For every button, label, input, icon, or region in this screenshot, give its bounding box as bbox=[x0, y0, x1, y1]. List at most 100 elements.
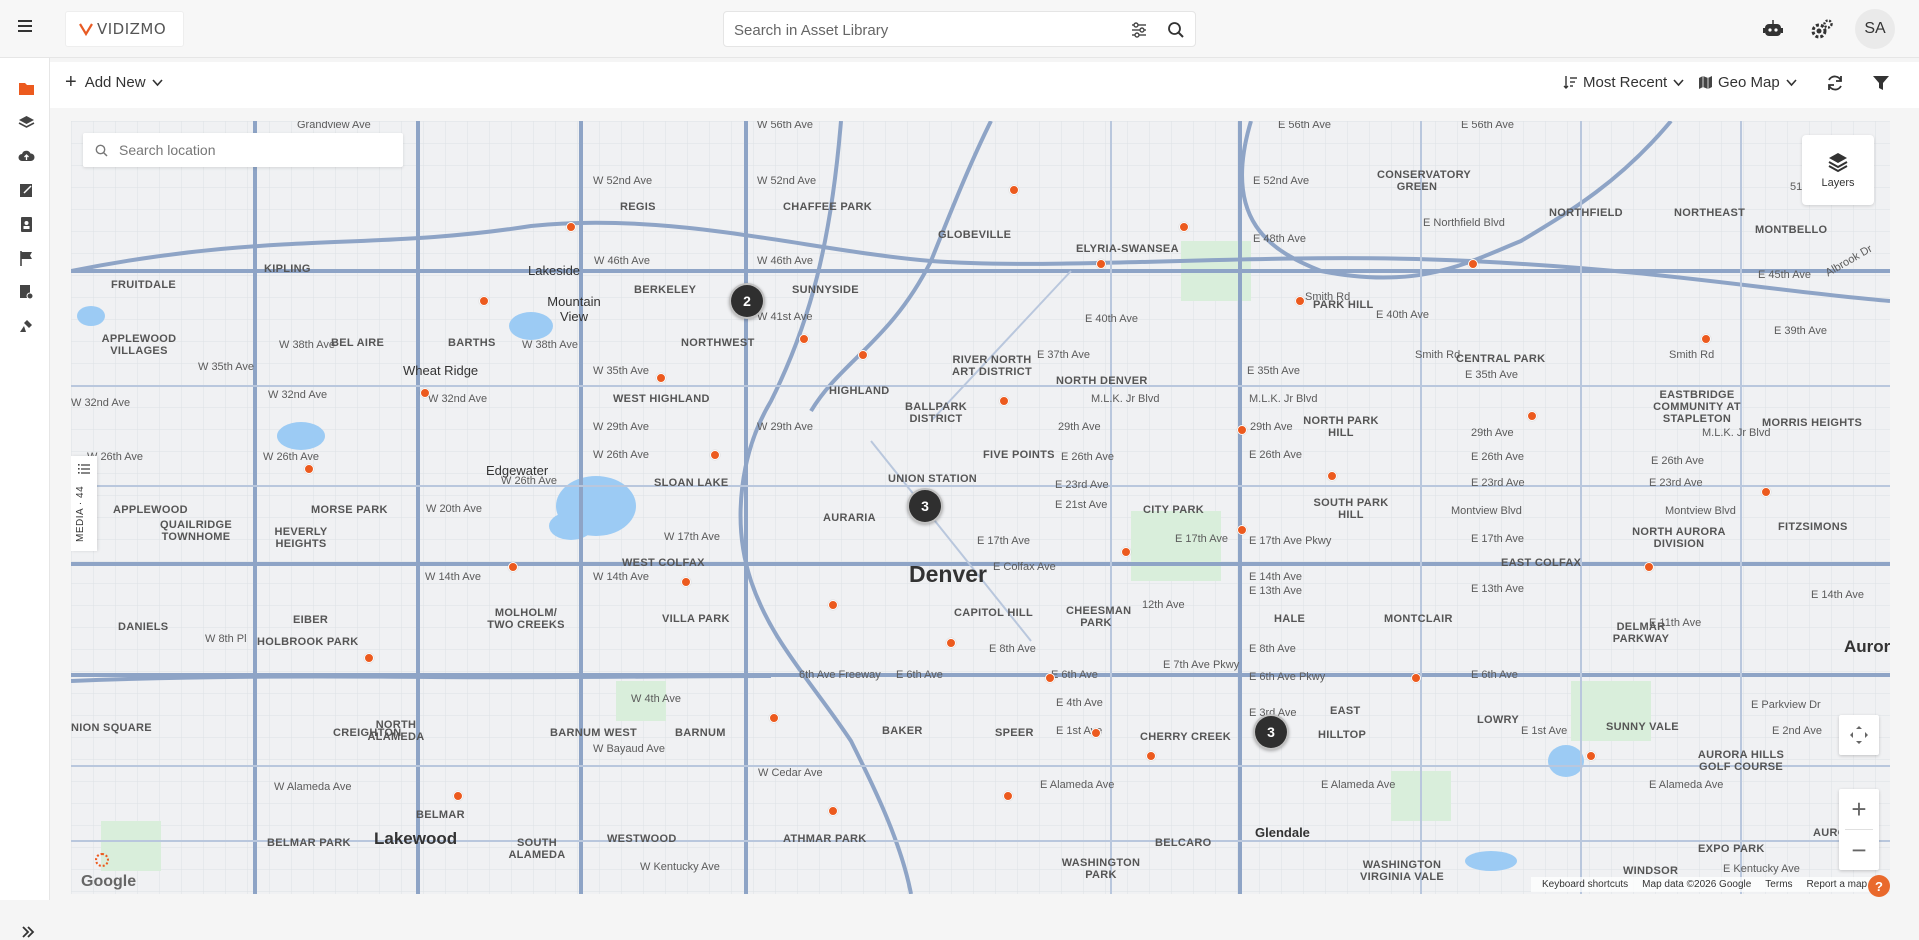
media-pin[interactable] bbox=[508, 562, 518, 572]
filter-funnel-icon[interactable] bbox=[1872, 74, 1890, 92]
street-label: W 35th Ave bbox=[593, 365, 650, 377]
media-pin[interactable] bbox=[1237, 525, 1247, 535]
media-pin[interactable] bbox=[858, 350, 868, 360]
media-pin[interactable] bbox=[946, 638, 956, 648]
edit-note-icon[interactable] bbox=[18, 182, 35, 199]
media-pin[interactable] bbox=[420, 388, 430, 398]
vidizmo-logo[interactable]: VIDIZMO bbox=[65, 11, 184, 47]
media-pin[interactable] bbox=[1146, 751, 1156, 761]
content-toolbar: + Add New Most Recent Geo Map bbox=[50, 62, 1919, 108]
street-label: E 13th Ave bbox=[1471, 583, 1525, 595]
user-avatar[interactable]: SA bbox=[1855, 9, 1895, 49]
refresh-icon[interactable] bbox=[1826, 74, 1844, 92]
media-cluster[interactable]: 3 bbox=[907, 488, 943, 524]
location-search-input[interactable] bbox=[119, 141, 389, 159]
media-pin[interactable] bbox=[1327, 471, 1337, 481]
media-pin[interactable] bbox=[1179, 222, 1189, 232]
media-pin[interactable] bbox=[1586, 751, 1596, 761]
media-pin[interactable] bbox=[828, 806, 838, 816]
expand-sidebar-icon[interactable] bbox=[20, 924, 36, 940]
folder-icon[interactable] bbox=[18, 80, 35, 97]
view-mode-dropdown[interactable]: Geo Map bbox=[1698, 74, 1797, 91]
neighborhood-label: SUNNY VALE bbox=[1606, 721, 1679, 733]
media-pin[interactable] bbox=[1527, 411, 1537, 421]
settings-gears-icon[interactable] bbox=[1810, 18, 1834, 40]
media-pin[interactable] bbox=[304, 464, 314, 474]
media-cluster[interactable]: 3 bbox=[1253, 714, 1289, 750]
geo-map[interactable]: Denver Lakewood Glendale Auror Edgewater… bbox=[71, 121, 1890, 894]
media-pin[interactable] bbox=[681, 577, 691, 587]
fullscreen-icon bbox=[1850, 726, 1868, 744]
search-icon[interactable] bbox=[1167, 21, 1185, 39]
media-pin[interactable] bbox=[799, 334, 809, 344]
neighborhood-label: SOUTH ALAMEDA bbox=[508, 837, 566, 861]
media-pin[interactable] bbox=[656, 373, 666, 383]
report-map-link[interactable]: Report a map e bbox=[1807, 879, 1876, 890]
media-pin[interactable] bbox=[999, 396, 1009, 406]
media-pin[interactable] bbox=[1009, 185, 1019, 195]
media-pin[interactable] bbox=[479, 296, 489, 306]
layers-button[interactable]: Layers bbox=[1802, 135, 1874, 205]
media-pin[interactable] bbox=[453, 791, 463, 801]
media-pin[interactable] bbox=[1091, 728, 1101, 738]
street-label: W 32nd Ave bbox=[428, 393, 488, 405]
contact-card-icon[interactable] bbox=[18, 216, 35, 233]
asset-search-input[interactable] bbox=[734, 19, 1114, 41]
media-pin[interactable] bbox=[1701, 334, 1711, 344]
neighborhood-label: HALE bbox=[1274, 613, 1306, 625]
fullscreen-button[interactable] bbox=[1839, 715, 1879, 755]
media-pin[interactable] bbox=[1411, 673, 1421, 683]
media-pin[interactable] bbox=[1045, 673, 1055, 683]
neighborhood-label: EAST COLFAX bbox=[1501, 557, 1582, 569]
chevron-down-icon bbox=[151, 78, 163, 86]
street-label: E 17th Ave bbox=[1471, 533, 1525, 545]
media-cluster[interactable]: 2 bbox=[729, 283, 765, 319]
stamp-icon[interactable] bbox=[18, 318, 35, 335]
street-label: E 6th Ave Pkwy bbox=[1249, 671, 1326, 683]
sort-dropdown[interactable]: Most Recent bbox=[1563, 74, 1684, 91]
media-pin[interactable] bbox=[1003, 791, 1013, 801]
street-label: E 7th Ave Pkwy bbox=[1163, 659, 1240, 671]
media-pin[interactable] bbox=[1096, 259, 1106, 269]
layers-stack-icon[interactable] bbox=[18, 114, 35, 131]
media-pin[interactable] bbox=[364, 653, 374, 663]
menu-icon[interactable] bbox=[18, 17, 40, 39]
cloud-upload-icon[interactable] bbox=[18, 148, 35, 165]
media-pin[interactable] bbox=[1468, 259, 1478, 269]
neighborhood-label: AURORA HILLS GOLF COURSE bbox=[1697, 749, 1785, 773]
media-pin[interactable] bbox=[1295, 296, 1305, 306]
neighborhood-label: AURARIA bbox=[823, 512, 876, 524]
street-label: W Alameda Ave bbox=[274, 781, 352, 793]
media-pin[interactable] bbox=[1644, 562, 1654, 572]
media-pin[interactable] bbox=[1761, 487, 1771, 497]
media-panel-tab[interactable]: MEDIA · 44 bbox=[71, 456, 97, 551]
filter-sliders-icon[interactable] bbox=[1130, 21, 1148, 39]
media-pin[interactable] bbox=[566, 222, 576, 232]
street-label: Smith Rd bbox=[1669, 349, 1715, 361]
add-new-button[interactable]: + Add New bbox=[65, 72, 163, 92]
keyboard-shortcuts-link[interactable]: Keyboard shortcuts bbox=[1542, 879, 1628, 890]
zoom-out-button[interactable]: − bbox=[1839, 830, 1879, 870]
neighborhood-label: FITZSIMONS bbox=[1778, 521, 1848, 533]
neighborhood-label: NORTH DENVER bbox=[1056, 375, 1148, 387]
street-label: W 8th Pl bbox=[205, 633, 247, 645]
terms-link[interactable]: Terms bbox=[1765, 879, 1792, 890]
street-label: W 46th Ave bbox=[594, 255, 651, 267]
help-icon[interactable]: ? bbox=[1868, 875, 1890, 897]
media-pin[interactable] bbox=[828, 600, 838, 610]
media-pin[interactable] bbox=[769, 713, 779, 723]
city-label: Denver bbox=[909, 561, 987, 587]
media-pin[interactable] bbox=[1121, 547, 1131, 557]
media-pin[interactable] bbox=[710, 450, 720, 460]
flag-icon[interactable] bbox=[18, 250, 35, 267]
street-label: W 38th Ave bbox=[279, 339, 336, 351]
zoom-in-button[interactable]: + bbox=[1839, 789, 1879, 829]
media-pin[interactable] bbox=[1237, 425, 1247, 435]
street-label: E 6th Ave bbox=[1471, 669, 1518, 681]
robot-icon[interactable] bbox=[1761, 18, 1785, 40]
neighborhood-label: CITY PARK bbox=[1143, 504, 1204, 516]
document-gear-icon[interactable] bbox=[18, 284, 35, 301]
map-data-text: Map data ©2026 Google bbox=[1642, 879, 1752, 890]
neighborhood-label: CHEESMAN PARK bbox=[1066, 605, 1132, 629]
neighborhood-label: NION SQUARE bbox=[71, 722, 152, 734]
